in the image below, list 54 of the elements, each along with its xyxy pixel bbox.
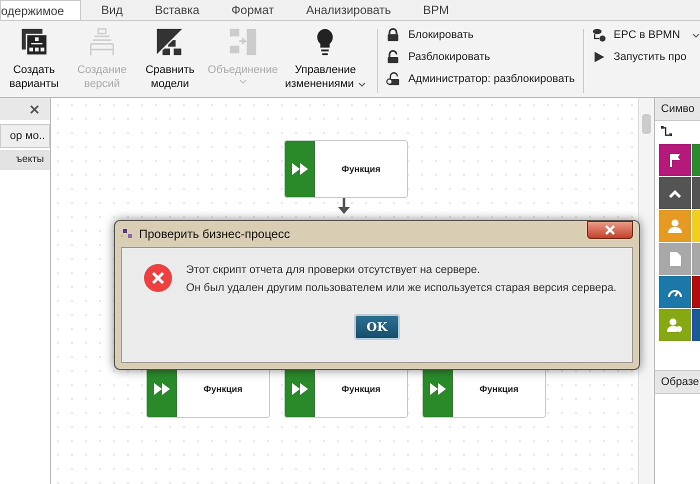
symbol-tile[interactable] (659, 177, 691, 209)
symbol-tile[interactable] (659, 309, 691, 341)
ribbon-button[interactable]: Разблокировать (386, 49, 575, 65)
menu-tab[interactable]: Вставка (138, 0, 216, 20)
document-icon (667, 251, 683, 267)
ribbon-button[interactable]: Управление изменениями (282, 27, 370, 91)
panel-title: Образе (655, 370, 700, 394)
user-gear-icon (667, 317, 683, 333)
menu-tab[interactable]: одержимое (0, 0, 82, 20)
convert-icon (592, 28, 606, 42)
ok-button[interactable]: OK (354, 314, 400, 340)
symbol-tile[interactable] (659, 210, 691, 242)
error-icon (144, 264, 172, 292)
ribbon-button[interactable]: Создать варианты (0, 27, 68, 91)
ribbon-button[interactable]: Блокировать (386, 27, 575, 43)
symbol-tile[interactable] (659, 243, 691, 275)
fast-forward-icon (292, 383, 308, 395)
menu-tab[interactable]: Формат (215, 0, 290, 20)
ribbon-button[interactable]: Сравнить модели (136, 27, 204, 91)
symbol-tile[interactable] (659, 144, 691, 176)
menu-tab[interactable]: BPM (407, 0, 466, 20)
ribbon-button[interactable]: Запустить про (592, 49, 700, 65)
fast-forward-icon (430, 383, 446, 395)
unlock-icon (386, 50, 400, 64)
arrow-icon (338, 198, 350, 214)
close-button[interactable] (587, 221, 633, 239)
lock-icon (386, 28, 400, 42)
function-node[interactable]: Функция (284, 140, 408, 198)
ribbon-button[interactable]: Администратор: разблокировать (386, 71, 575, 87)
scrollbar[interactable] (638, 98, 654, 484)
close-icon (605, 225, 615, 235)
menu-tab[interactable]: Анализировать (290, 0, 408, 20)
fast-forward-icon (292, 163, 308, 175)
play-icon (592, 50, 606, 64)
error-message: Он был удален другим пользователем или же используется старая версия сервера. (186, 282, 616, 294)
dialog-title: Проверить бизнес-процесс (139, 227, 290, 241)
error-message: Этот скрипт отчета для проверки отсутствует на сервере. (186, 264, 482, 276)
symbol-tile[interactable] (659, 276, 691, 308)
panel-button[interactable]: ор мо.. (0, 124, 50, 148)
section-header[interactable]: ъекты (0, 150, 50, 170)
diagram-icon (87, 27, 117, 57)
diagram-icon (155, 27, 185, 57)
panel-title: Симво (655, 98, 700, 121)
flag-icon (667, 152, 683, 168)
diagram-icon (19, 27, 49, 57)
app-icon (121, 229, 133, 239)
fast-forward-icon (154, 383, 170, 395)
admin-unlock-icon (386, 72, 400, 86)
person-icon (667, 218, 683, 234)
diagram-icon (228, 27, 258, 57)
connector-icon[interactable] (661, 126, 672, 136)
menu-tab[interactable]: Вид (85, 0, 139, 20)
ribbon-button[interactable]: EPC в BPMN (592, 27, 700, 43)
close-icon[interactable] (30, 104, 39, 114)
